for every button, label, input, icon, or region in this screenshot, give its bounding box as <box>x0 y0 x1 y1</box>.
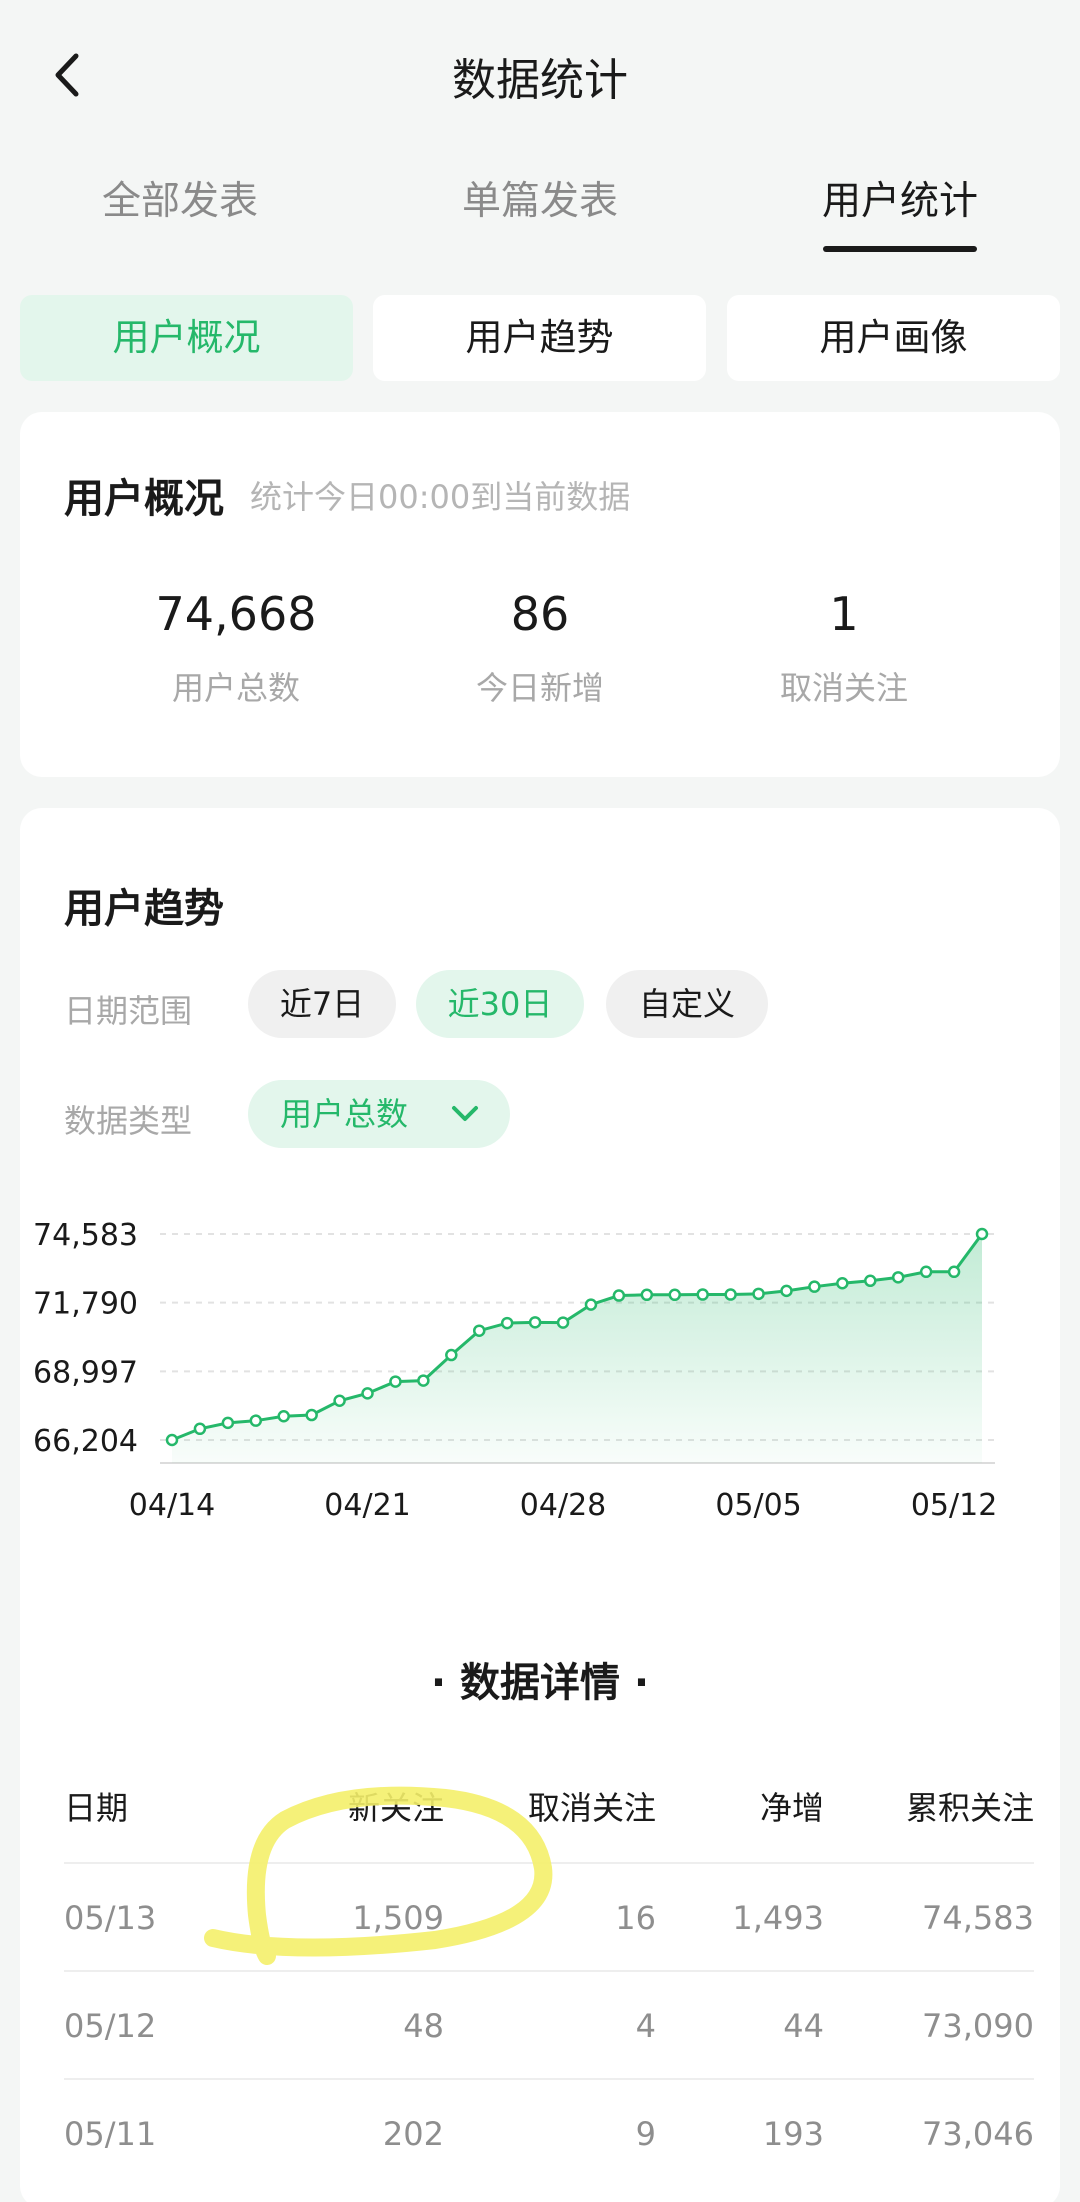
row-date: 05/13 <box>64 1899 157 1937</box>
trend-card: 用户趋势 日期范围 近7日 近30日 自定义 数据类型 用户总数 66,204 6… <box>20 808 1060 2202</box>
active-tab-indicator <box>823 246 977 252</box>
row-net: 193 <box>762 2115 824 2153</box>
y-tick-label: 74,583 <box>33 1218 138 1253</box>
top-tabs: 全部发表 单篇发表 用户统计 <box>0 170 1080 260</box>
data-point <box>389 1375 402 1388</box>
row-unfollow: 9 <box>635 2115 656 2153</box>
row-net: 44 <box>783 2007 824 2045</box>
stat-total-users-value: 74,668 <box>155 587 317 641</box>
data-point <box>808 1280 821 1293</box>
data-point <box>836 1276 849 1290</box>
x-tick-label: 04/21 <box>324 1488 410 1523</box>
segment-user-portrait[interactable]: 用户画像 <box>727 295 1060 381</box>
data-point <box>947 1265 961 1279</box>
tab-all-posts[interactable]: 全部发表 <box>60 170 300 226</box>
x-tick-label: 05/12 <box>911 1488 997 1523</box>
table-row: 05/12 48 4 44 73,090 <box>64 1970 1034 2078</box>
data-point <box>472 1324 486 1337</box>
overview-card: 用户概况 统计今日00:00到当前数据 74,668 用户总数 86 今日新增 … <box>20 412 1060 777</box>
data-point <box>752 1287 765 1301</box>
row-total: 73,046 <box>922 2115 1034 2153</box>
stat-total-users: 74,668 用户总数 <box>86 587 386 709</box>
details-title: · 数据详情 · <box>430 1660 650 1706</box>
data-point <box>528 1316 542 1329</box>
tab-user-stats[interactable]: 用户统计 <box>780 170 1020 226</box>
data-point <box>193 1422 207 1436</box>
data-point <box>975 1227 989 1241</box>
data-point <box>165 1433 179 1447</box>
user-trend-chart: 66,204 68,997 71,790 74,583 04/14 04/21 04/28 0… <box>33 1218 997 1523</box>
stat-total-users-label: 用户总数 <box>171 669 300 707</box>
col-net: 净增 <box>759 1789 824 1827</box>
data-point <box>584 1298 598 1311</box>
row-date: 05/11 <box>64 2115 157 2153</box>
row-new-follow: 202 <box>382 2115 444 2153</box>
col-date: 日期 <box>64 1789 129 1827</box>
data-point <box>919 1265 933 1279</box>
data-point <box>668 1288 682 1302</box>
page-title: 数据统计 <box>452 55 628 106</box>
segment-user-trend[interactable]: 用户趋势 <box>373 295 706 381</box>
x-tick-label: 05/05 <box>715 1488 801 1523</box>
data-point <box>500 1316 514 1330</box>
row-net: 1,493 <box>732 1899 824 1937</box>
stat-unfollow-value: 1 <box>829 587 859 641</box>
data-point <box>696 1288 709 1301</box>
segment-user-overview[interactable]: 用户概况 <box>20 295 353 381</box>
stat-new-today-label: 今日新增 <box>475 669 604 707</box>
overview-subtitle: 统计今日00:00到当前数据 <box>250 478 631 516</box>
row-unfollow: 16 <box>615 1899 656 1937</box>
highlight-circle-annotation <box>204 1786 553 1965</box>
data-point <box>361 1387 374 1400</box>
header: 数据统计 <box>0 0 1080 150</box>
y-tick-label: 66,204 <box>33 1424 138 1459</box>
data-point <box>891 1271 905 1284</box>
x-tick-label: 04/14 <box>129 1488 215 1523</box>
data-point <box>333 1394 346 1408</box>
stat-new-today-value: 86 <box>510 587 570 641</box>
row-date: 05/12 <box>64 2007 157 2045</box>
y-tick-label: 71,790 <box>33 1287 138 1322</box>
table-row: 05/11 202 9 193 73,046 <box>64 2078 1034 2186</box>
row-total: 74,583 <box>922 1899 1034 1937</box>
data-point <box>305 1408 318 1422</box>
x-tick-label: 04/28 <box>520 1488 606 1523</box>
data-point <box>864 1274 877 1288</box>
y-tick-label: 68,997 <box>33 1355 138 1390</box>
data-point <box>780 1284 793 1298</box>
data-point <box>612 1289 626 1302</box>
stat-new-today: 86 今日新增 <box>390 587 690 709</box>
data-point <box>724 1288 737 1301</box>
overview-title: 用户概况 <box>64 476 224 522</box>
data-point <box>221 1416 235 1430</box>
col-total: 累积关注 <box>905 1789 1034 1827</box>
data-point <box>417 1374 430 1387</box>
data-point <box>445 1348 458 1362</box>
stat-unfollow: 1 取消关注 <box>694 587 994 709</box>
row-total: 73,090 <box>922 2007 1034 2045</box>
data-point <box>556 1316 570 1329</box>
data-point <box>249 1414 263 1427</box>
tab-single-post[interactable]: 单篇发表 <box>420 170 660 226</box>
data-point <box>277 1410 290 1423</box>
row-unfollow: 4 <box>635 2007 656 2045</box>
row-new-follow: 48 <box>403 2007 444 2045</box>
stat-unfollow-label: 取消关注 <box>779 669 908 707</box>
data-point <box>640 1288 654 1302</box>
series-area <box>172 1234 982 1463</box>
